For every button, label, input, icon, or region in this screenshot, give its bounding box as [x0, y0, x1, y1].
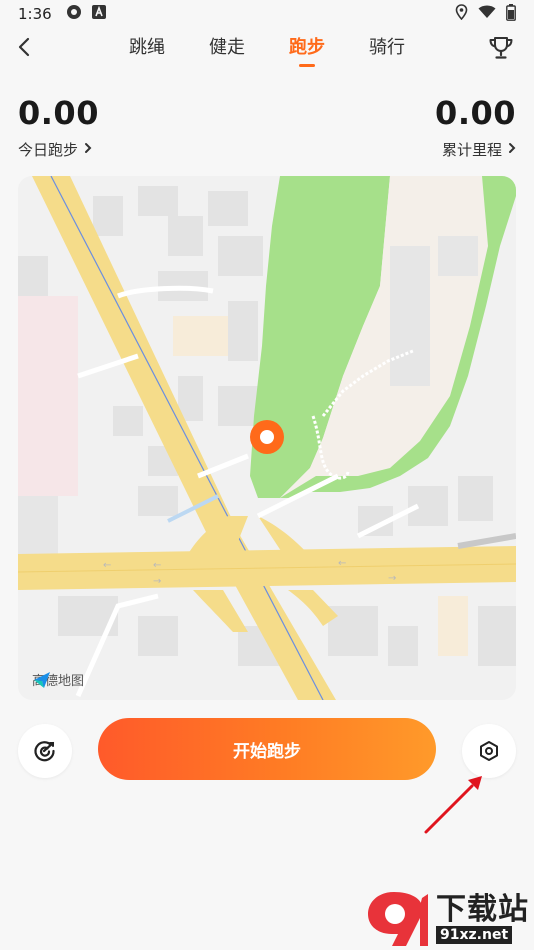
route-history-button[interactable]: [18, 724, 72, 778]
tab-walking[interactable]: 健走: [209, 33, 245, 65]
back-button[interactable]: [10, 32, 38, 62]
total-mileage-label: 累计里程: [441, 141, 502, 159]
trophy-icon: [489, 37, 513, 59]
hexagon-settings-icon: [480, 741, 498, 761]
sport-tabs-nav: 跳绳 健走 跑步 骑行: [0, 28, 534, 68]
watermark: 下载站 91xz.net: [364, 888, 534, 950]
map-canvas: ← ← ← → →: [18, 176, 516, 700]
a-notification-icon: [91, 5, 106, 23]
wifi-icon: [478, 5, 496, 23]
tab-cycling[interactable]: 骑行: [369, 33, 405, 65]
total-distance-value: 0.00: [435, 94, 516, 132]
today-running-link[interactable]: 今日跑步: [18, 139, 92, 160]
map-provider-logo: 高德地图: [32, 670, 84, 689]
status-bar: 1:36: [0, 0, 534, 28]
annotation-arrow: [420, 768, 490, 842]
watermark-title: 下载站: [436, 892, 529, 927]
trophy-button[interactable]: [486, 33, 516, 63]
tab-jump-rope[interactable]: 跳绳: [129, 33, 165, 65]
watermark-logo-icon: [364, 888, 434, 950]
svg-text:→: →: [388, 573, 396, 584]
amap-logo-icon: [34, 672, 50, 688]
today-distance-value: 0.00: [18, 94, 99, 132]
svg-text:←: ←: [338, 558, 346, 569]
svg-text:←: ←: [103, 560, 111, 571]
location-icon: [455, 4, 468, 24]
chevron-left-icon: [18, 37, 30, 57]
svg-text:←: ←: [153, 560, 161, 571]
tab-running[interactable]: 跑步: [289, 33, 325, 65]
red-arrow-icon: [424, 776, 482, 834]
battery-icon: [506, 3, 516, 25]
start-running-button[interactable]: 开始跑步: [98, 718, 436, 780]
watermark-url: 91xz.net: [436, 926, 513, 944]
today-running-label: 今日跑步: [18, 141, 79, 159]
chevron-right-icon: [508, 142, 516, 157]
target-check-icon: [34, 741, 55, 762]
chevron-right-icon: [84, 142, 92, 157]
svg-text:→: →: [153, 576, 161, 587]
total-mileage-link[interactable]: 累计里程: [442, 139, 516, 160]
status-time: 1:36: [18, 5, 52, 23]
app-notification-icon: [66, 4, 82, 24]
map-view[interactable]: ← ← ← → → 高德地图: [18, 176, 516, 700]
